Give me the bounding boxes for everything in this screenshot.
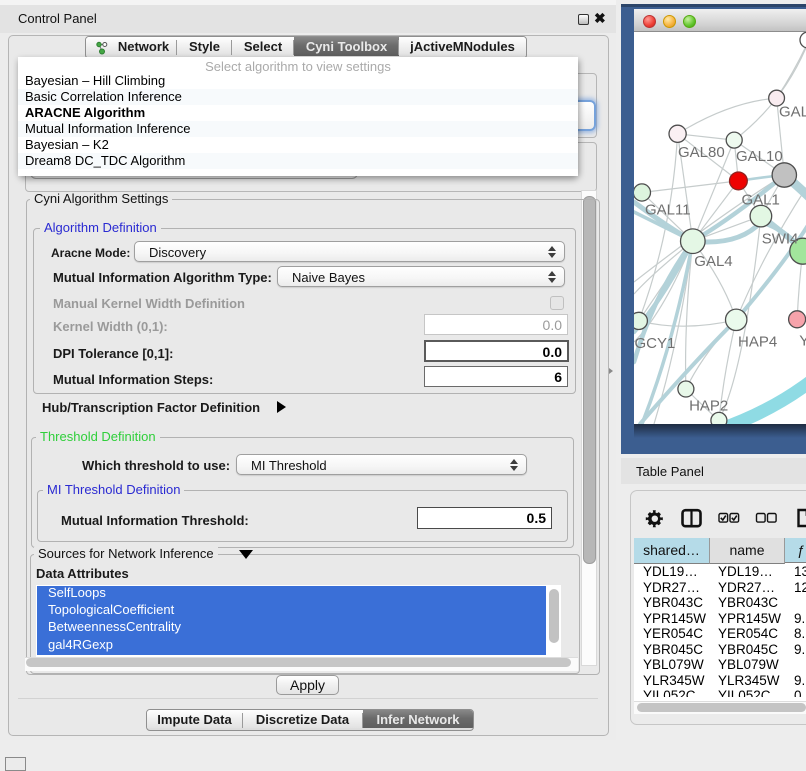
svg-text:GCY1: GCY1 [635, 335, 676, 352]
svg-text:Y: Y [799, 333, 806, 350]
svg-text:SWI4: SWI4 [762, 231, 799, 248]
svg-text:GAL11: GAL11 [645, 202, 691, 219]
svg-text:GAL4: GAL4 [694, 253, 732, 270]
svg-text:HAP2: HAP2 [689, 398, 728, 415]
svg-text:GAL1: GAL1 [742, 192, 780, 209]
svg-text:GAL10: GAL10 [736, 148, 783, 165]
svg-text:GAL7: GAL7 [779, 103, 806, 120]
svg-text:HAP4: HAP4 [738, 334, 777, 351]
svg-text:GAL80: GAL80 [678, 144, 725, 161]
